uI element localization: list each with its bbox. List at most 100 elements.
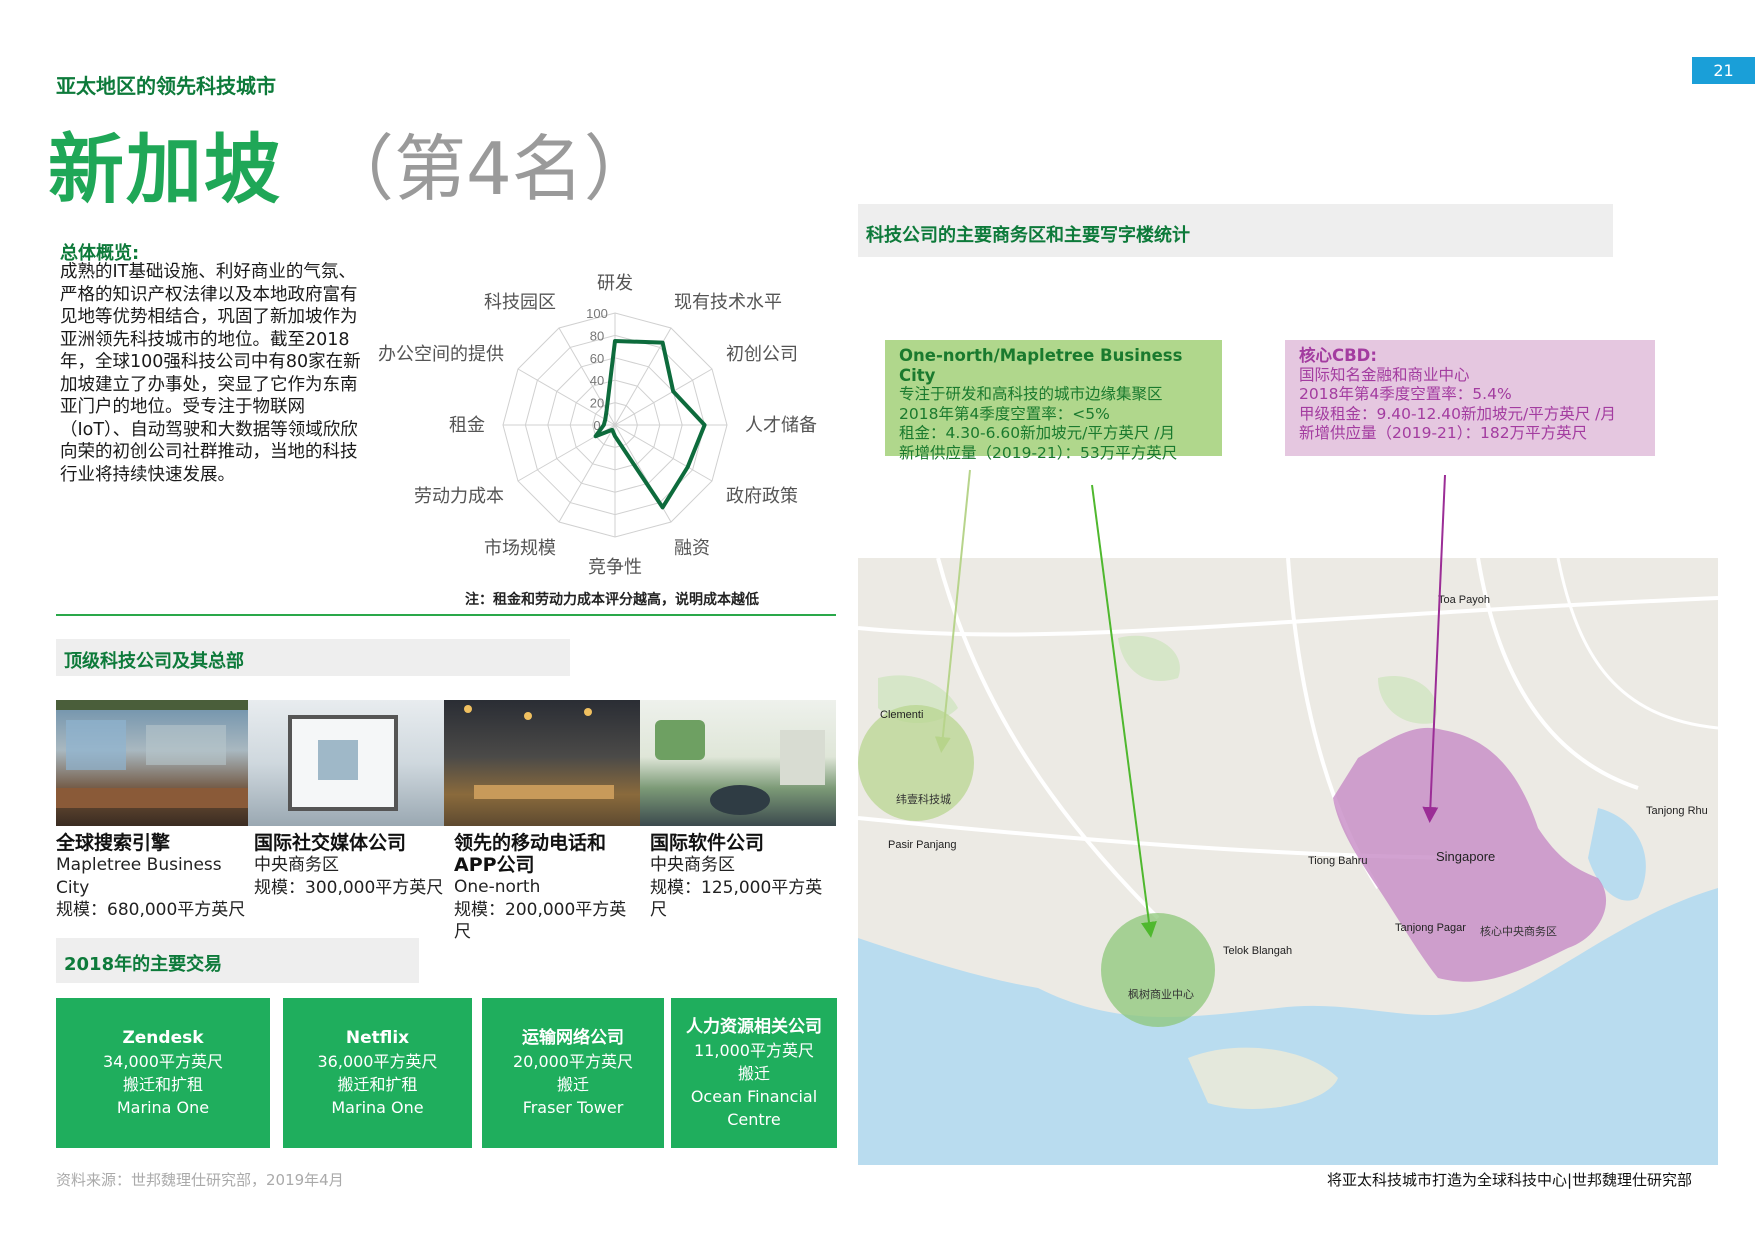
radar-point [671,389,675,393]
radar-tick-label: 20 [590,396,604,411]
rank-label: （第4名） [322,127,656,211]
company-name: 领先的移动电话和APP公司 [454,832,607,876]
header-kicker: 亚太地区的领先科技城市 [56,74,276,98]
deal-type: 搬迁和扩租 [122,1075,203,1094]
radar-axis-label: 政府政策 [726,486,798,507]
deal-company: 运输网络公司 [522,1028,624,1048]
deal-size: 36,000平方英尺 [317,1052,438,1071]
radar-point [603,417,607,421]
radar-point [613,339,617,343]
radar-axis-label: 研发 [597,273,633,294]
deal-type: 搬迁和扩租 [337,1075,418,1094]
radar-axis-label: 初创公司 [726,344,798,365]
page-number: 21 [1692,57,1755,84]
deal-building: Fraser Tower [522,1098,624,1117]
map-label-tanjong-pagar: Tanjong Pagar [1395,922,1466,934]
radar-point [661,505,665,509]
company-location: 中央商务区 [254,855,339,875]
cbd-info-box: 核心CBD: 国际知名金融和商业中心 2018年第4季度空置率：5.4% 甲级租… [1285,340,1655,456]
company-size: 规模：200,000平方英尺 [454,899,627,943]
company-card-2: 国际社交媒体公司 中央商务区 规模：300,000平方英尺 [254,832,444,899]
one-north-line: 专注于研发和高科技的城市边缘集聚区 [899,385,1163,403]
company-card-3: 领先的移动电话和APP公司 One-north 规模：200,000平方英尺 [454,832,629,944]
map-label-clementi: Clementi [880,709,923,721]
radar-point [613,434,617,438]
deal-type: 搬迁 [556,1075,589,1094]
cbd-line: 新增供应量（2019-21）：182万平方英尺 [1299,424,1588,442]
company-size: 规模：300,000平方英尺 [254,877,444,898]
radar-axis-label: 科技园区 [484,292,556,313]
radar-tick-label: 80 [590,328,604,343]
company-name: 全球搜索引擎 [56,832,171,854]
company-card-1: 全球搜索引擎 Mapletree Business City 规模：680,00… [56,832,246,922]
deal-card-4: 人力资源相关公司 11,000平方英尺 搬迁 Ocean Financial C… [671,998,837,1148]
cbd-title: 核心CBD: [1299,346,1377,365]
section-divider [56,614,836,616]
map-label-telok-blangah: Telok Blangah [1223,945,1292,957]
mapletree-zone [1101,913,1215,1027]
overview-body: 成熟的IT基础设施、利好商业的气氛、严格的知识产权法律以及本地政府富有见地等优势… [60,262,361,485]
radar-tick-label: 40 [590,373,604,388]
deal-card-1: Zendesk 34,000平方英尺 搬迁和扩租 Marina One [56,998,270,1148]
radar-tick-label: 100 [586,306,608,321]
deal-company: 人力资源相关公司 [686,1016,822,1037]
deal-type: 搬迁 [737,1063,770,1083]
deal-card-2: Netflix 36,000平方英尺 搬迁和扩租 Marina One [283,998,472,1148]
radar-axis-label: 人才储备 [745,415,817,436]
radar-point [661,341,665,345]
office-photo-mobile-app [444,700,640,826]
radar-axis-label: 市场规模 [484,538,556,559]
map-zone-label-one-north: 纬壹科技城 [896,792,951,806]
company-location: Mapletree Business City [56,855,222,898]
radar-point [594,434,598,438]
deal-building: Marina One [116,1098,210,1117]
one-north-line: 2018年第4季度空置率：<5% [899,404,1110,423]
singapore-map: Toa Payoh Clementi Pasir Panjang Tiong B… [858,558,1718,1165]
deal-card-3: 运输网络公司 20,000平方英尺 搬迁 Fraser Tower [482,998,664,1148]
map-label-toa-payoh: Toa Payoh [1438,594,1490,606]
office-photo-search-engine [56,700,248,826]
deal-size: 11,000平方英尺 [694,1040,814,1060]
office-photo-social-media [248,700,444,826]
radar-point [610,428,614,432]
radar-point [602,423,606,427]
map-label-pasir-panjang: Pasir Panjang [888,839,957,851]
cbd-line: 甲级租金：9.40-12.40新加坡元/平方英尺 /月 [1299,404,1616,423]
deal-building: Marina One [331,1098,424,1117]
radar-series-line [593,339,707,510]
cbd-line: 国际知名金融和商业中心 [1299,365,1470,384]
cbd-line: 2018年第4季度空置率：5.4% [1299,385,1512,403]
company-name: 国际社交媒体公司 [254,832,407,854]
company-size: 规模：125,000平方英尺 [650,877,823,921]
company-name: 国际软件公司 [650,832,765,854]
one-north-title: One-north/Mapletree Business City [899,346,1183,385]
map-zone-label-mapletree: 枫树商业中心 [1128,987,1194,1001]
radar-axis-label: 租金 [449,415,485,436]
company-card-4: 国际软件公司 中央商务区 规模：125,000平方英尺 [650,832,825,922]
top-companies-heading: 顶级科技公司及其总部 [56,639,570,676]
map-label-tanjong-rhu: Tanjong Rhu [1646,805,1708,817]
one-north-line: 新增供应量（2019-21）：53万平方英尺 [899,443,1178,462]
radar-axis-label: 现有技术水平 [674,292,782,313]
radar-tick-label: 60 [590,351,604,366]
deal-building: Ocean Financial Centre [690,1086,818,1129]
deal-company: Zendesk [122,1028,204,1048]
footer-text: 将亚太科技城市打造为全球科技中心|世邦魏理仕研究部 [1326,1171,1692,1189]
radar-axis-label: 竞争性 [588,557,642,578]
deals-heading: 2018年的主要交易 [56,938,419,983]
radar-point [703,423,707,427]
one-north-line: 租金：4.30-6.60新加坡元/平方英尺 /月 [899,424,1175,442]
source-note: 资料来源：世邦魏理仕研究部，2019年4月 [56,1171,344,1189]
chart-note: 注：租金和劳动力成本评分越高，说明成本越低 [465,592,759,608]
deal-size: 34,000平方英尺 [103,1052,223,1071]
company-location: 中央商务区 [650,855,735,875]
office-photo-software [640,700,836,826]
map-label-tiong-bahru: Tiong Bahru [1308,855,1368,867]
deal-size: 20,000平方英尺 [513,1052,633,1071]
page-title: 新加坡 [48,125,282,214]
company-size: 规模：680,000平方英尺 [56,900,246,920]
deal-company: Netflix [345,1028,410,1048]
map-zone-label-cbd: 核心中央商务区 [1480,924,1557,938]
company-location: One-north [454,877,541,897]
radar-axis-label: 办公空间的提供 [378,344,504,365]
